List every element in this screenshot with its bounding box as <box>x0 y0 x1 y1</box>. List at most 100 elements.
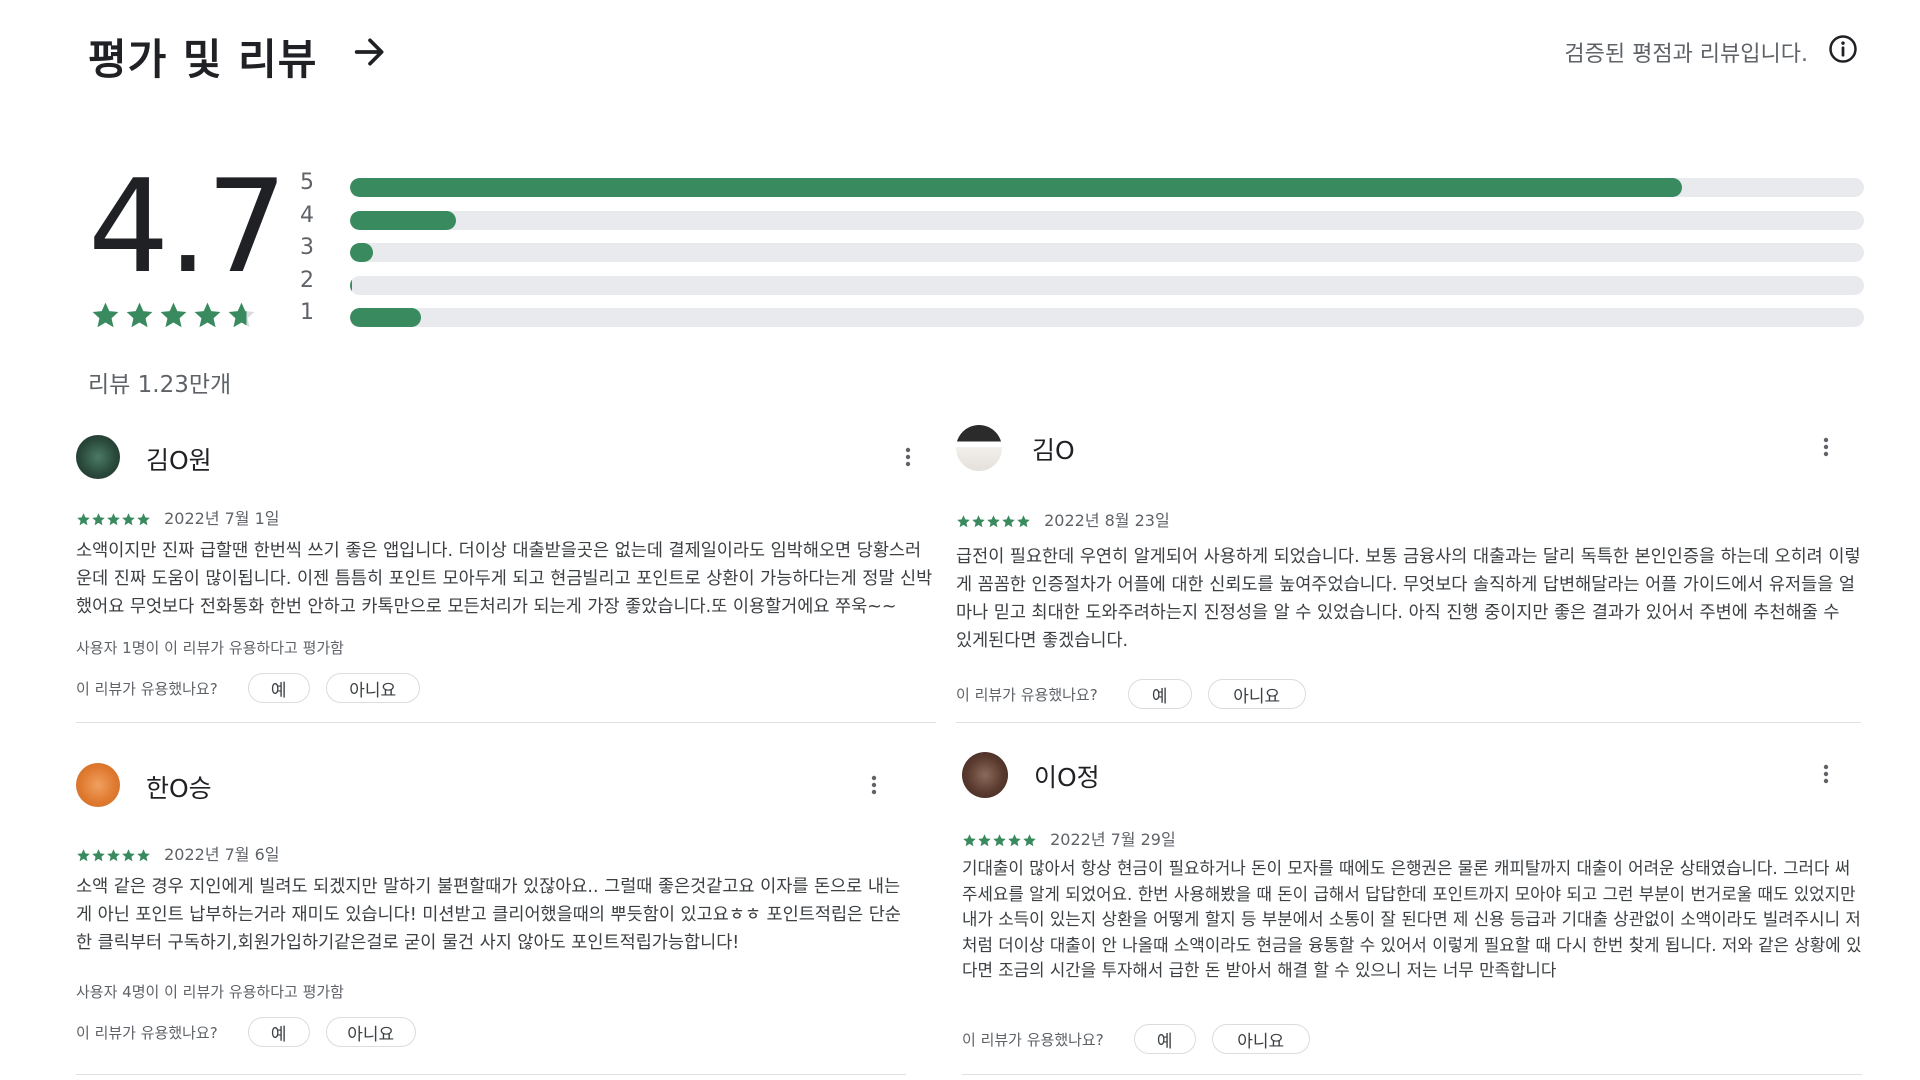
star-icon <box>228 302 255 328</box>
review-star-rating <box>956 511 1031 530</box>
ratings-header: 평가 및 리뷰 검증된 평점과 리뷰입니다. <box>88 22 1858 86</box>
section-title: 평가 및 리뷰 <box>88 35 318 84</box>
review-star-rating <box>962 830 1037 849</box>
star-icon <box>107 849 120 862</box>
review-text: 소액이지만 진짜 급할땐 한번씩 쓰기 좋은 앱입니다. 더이상 대출받을곳은 … <box>76 541 933 617</box>
avatar <box>962 752 1008 798</box>
review-text: 소액 같은 경우 지인에게 빌려도 되겠지만 말하기 불편할때가 있잖아요.. … <box>76 877 901 953</box>
helpful-no-button[interactable]: 아니요 <box>1207 679 1306 709</box>
review-date: 2022년 7월 29일 <box>1050 830 1176 849</box>
review-star-rating <box>76 509 151 528</box>
review-meta: 2022년 8월 23일 <box>956 507 1170 531</box>
more-options-icon[interactable] <box>862 773 886 797</box>
star-icon <box>122 849 135 862</box>
rating-bar-row: 5 <box>300 170 1920 203</box>
helpful-prompt: 이 리뷰가 유용했나요? 예 아니요 <box>962 1022 1326 1056</box>
more-options-icon[interactable] <box>1814 435 1838 459</box>
star-icon <box>126 302 153 328</box>
review-date: 2022년 7월 1일 <box>164 509 280 528</box>
star-icon <box>92 849 105 862</box>
star-icon <box>137 513 150 526</box>
star-icon <box>107 513 120 526</box>
review-card: 이O정 2022년 7월 29일 기대출이 많아서 항상 현금이 필요하거나 돈… <box>962 752 1862 1072</box>
star-icon <box>987 515 1000 528</box>
star-icon <box>160 302 187 328</box>
review-card: 김O원 2022년 7월 1일 소액이지만 진짜 급할땐 한번씩 쓰기 좋은 앱… <box>76 435 936 735</box>
star-icon <box>1008 834 1021 847</box>
avatar <box>76 763 120 807</box>
rating-bar-track <box>350 308 1864 327</box>
helpful-prompt: 이 리뷰가 유용했나요? 예 아니요 <box>76 671 436 705</box>
star-icon <box>194 302 221 328</box>
avatar <box>76 435 120 479</box>
review-author: 한O승 <box>146 774 212 803</box>
star-icon <box>957 515 970 528</box>
helpful-question: 이 리뷰가 유용했나요? <box>956 685 1098 704</box>
rating-bar-row: 2 <box>300 268 1920 301</box>
review-date: 2022년 8월 23일 <box>1044 511 1170 530</box>
helpful-prompt: 이 리뷰가 유용했나요? 예 아니요 <box>956 677 1322 711</box>
rating-bar-track <box>350 243 1864 262</box>
rating-bar-track <box>350 210 1864 230</box>
rating-summary: 4.7 리뷰 1.23만개 54321 <box>88 164 1868 400</box>
review-text: 급전이 필요한데 우연히 알게되어 사용하게 되었습니다. 보통 금융사의 대출… <box>956 547 1861 651</box>
rating-bar-fill <box>350 275 352 295</box>
rating-bar-row: 3 <box>300 235 1920 268</box>
review-count: 리뷰 1.23만개 <box>88 372 232 398</box>
star-icon <box>993 834 1006 847</box>
star-icon <box>122 513 135 526</box>
star-icon <box>77 513 90 526</box>
divider <box>76 722 936 723</box>
average-rating: 4.7 <box>88 153 288 302</box>
helpful-question: 이 리뷰가 유용했나요? <box>76 1023 218 1042</box>
star-icon <box>972 515 985 528</box>
divider <box>962 1074 1862 1075</box>
helpful-yes-button[interactable]: 예 <box>1127 679 1192 709</box>
rating-bar-fill <box>350 210 456 230</box>
review-meta: 2022년 7월 1일 <box>76 505 280 529</box>
rating-bar-row: 1 <box>300 300 1920 333</box>
review-star-rating <box>76 845 151 864</box>
star-icon <box>978 834 991 847</box>
rating-bar-label: 3 <box>300 235 314 260</box>
review-date: 2022년 7월 6일 <box>164 845 280 864</box>
helpful-no-button[interactable]: 아니요 <box>325 673 420 703</box>
review-meta: 2022년 7월 29일 <box>962 826 1176 850</box>
star-icon <box>77 849 90 862</box>
star-icon <box>1023 834 1036 847</box>
rating-bar-track <box>350 275 1864 295</box>
review-text: 기대출이 많아서 항상 현금이 필요하거나 돈이 모자를 때에도 은행권은 물론… <box>962 858 1862 980</box>
helpful-prompt: 이 리뷰가 유용했나요? 예 아니요 <box>76 1015 432 1049</box>
review-meta: 2022년 7월 6일 <box>76 841 280 865</box>
review-author: 김O원 <box>146 446 212 475</box>
rating-bar-label: 5 <box>300 170 314 195</box>
helpful-count: 사용자 1명이 이 리뷰가 유용하다고 평가함 <box>76 639 344 657</box>
star-icon <box>137 849 150 862</box>
rating-bar-label: 4 <box>300 202 314 228</box>
star-icon <box>1002 515 1015 528</box>
average-star-rating <box>90 300 260 331</box>
info-icon[interactable] <box>1828 34 1858 64</box>
rating-bar-label: 2 <box>300 267 314 293</box>
star-icon <box>1017 515 1030 528</box>
helpful-no-button[interactable]: 아니요 <box>1211 1024 1310 1054</box>
arrow-right-icon[interactable] <box>350 32 390 72</box>
helpful-question: 이 리뷰가 유용했나요? <box>76 679 218 698</box>
review-author: 이O정 <box>1034 763 1100 792</box>
divider <box>76 1074 906 1075</box>
helpful-yes-button[interactable]: 예 <box>247 673 310 703</box>
divider <box>956 722 1861 723</box>
rating-bar-fill <box>350 178 1683 197</box>
star-icon <box>92 513 105 526</box>
more-options-icon[interactable] <box>896 445 920 469</box>
helpful-yes-button[interactable]: 예 <box>247 1017 310 1047</box>
more-options-icon[interactable] <box>1814 762 1838 786</box>
star-icon <box>963 834 976 847</box>
review-author: 김O <box>1032 436 1075 465</box>
avatar <box>956 425 1002 471</box>
review-card: 김O 2022년 8월 23일 급전이 필요한데 우연히 알게되어 사용하게 되… <box>956 425 1861 725</box>
rating-bar-fill <box>350 243 373 262</box>
rating-bar-fill <box>350 308 422 327</box>
helpful-yes-button[interactable]: 예 <box>1133 1024 1196 1054</box>
helpful-no-button[interactable]: 아니요 <box>325 1017 416 1047</box>
